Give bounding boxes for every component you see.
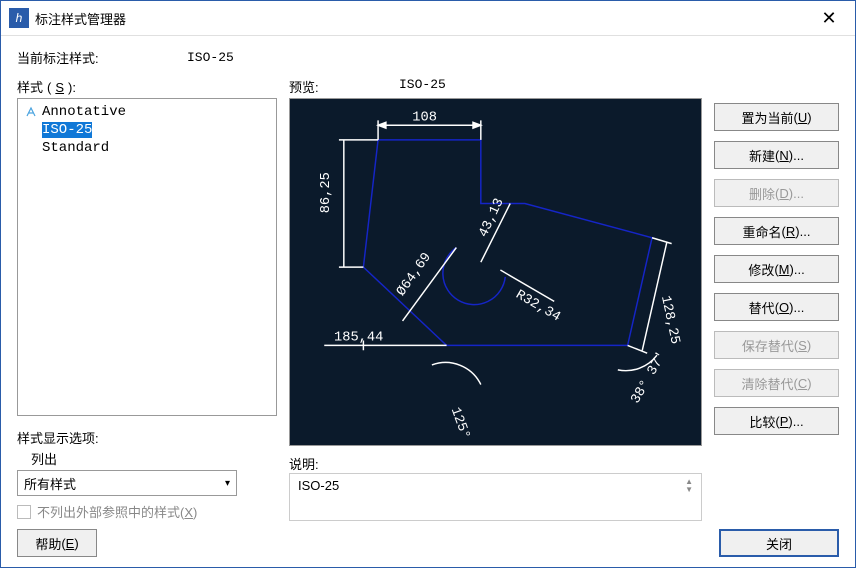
description-label: 说明: [289,454,702,473]
titlebar: h 标注样式管理器 ✕ [1,1,855,36]
set-current-button[interactable]: 置为当前(U) [714,103,839,131]
preview-label: 预览: [289,77,399,96]
current-style-value: ISO-25 [187,50,234,65]
current-style-label: 当前标注样式: [17,48,187,67]
rename-button[interactable]: 重命名(R)... [714,217,839,245]
override-button[interactable]: 替代(O)... [714,293,839,321]
preview-canvas: 108 86,25 128,25 [289,98,702,446]
annotative-icon [24,106,38,118]
close-icon[interactable]: ✕ [811,1,847,35]
filter-dropdown[interactable]: 所有样式 ▾ [17,470,237,496]
styles-listbox[interactable]: Annotative ISO-25 Standard [17,98,277,416]
svg-text:38° 37': 38° 37' [629,349,671,406]
svg-text:86,25: 86,25 [319,172,334,213]
list-item-annotative[interactable]: Annotative [22,103,272,121]
help-button[interactable]: 帮助(E) [17,529,97,557]
hide-xref-checkbox: 不列出外部参照中的样式(X) [17,502,277,521]
save-override-button: 保存替代(S) [714,331,839,359]
preview-style-name: ISO-25 [399,77,446,96]
description-value: ISO-25 [298,478,339,493]
description-box: ISO-25 ▲▼ [289,473,702,521]
delete-button: 删除(D)... [714,179,839,207]
close-button[interactable]: 关闭 [719,529,839,557]
list-item-iso25[interactable]: ISO-25 [22,121,272,139]
svg-text:108: 108 [412,110,437,125]
app-icon: h [9,8,29,28]
dropdown-value: 所有样式 [24,474,76,493]
list-label: 列出 [31,449,277,468]
svg-text:Ø64,69: Ø64,69 [394,250,435,299]
chevron-down-icon: ▾ [225,478,230,489]
clear-override-button: 清除替代(C) [714,369,839,397]
svg-text:R32,34: R32,34 [513,288,563,326]
styles-label: 样式(S): [17,77,277,96]
list-item-standard[interactable]: Standard [22,139,272,157]
svg-text:128,25: 128,25 [657,294,682,345]
display-options-label: 样式显示选项: [17,428,277,447]
modify-button[interactable]: 修改(M)... [714,255,839,283]
new-button[interactable]: 新建(N)... [714,141,839,169]
compare-button[interactable]: 比较(P)... [714,407,839,435]
spin-icon[interactable]: ▲▼ [685,478,693,494]
checkbox-box [17,505,31,519]
svg-text:185,44: 185,44 [334,331,383,346]
dialog-title: 标注样式管理器 [35,9,811,28]
svg-text:125° 17': 125° 17' [447,406,484,445]
